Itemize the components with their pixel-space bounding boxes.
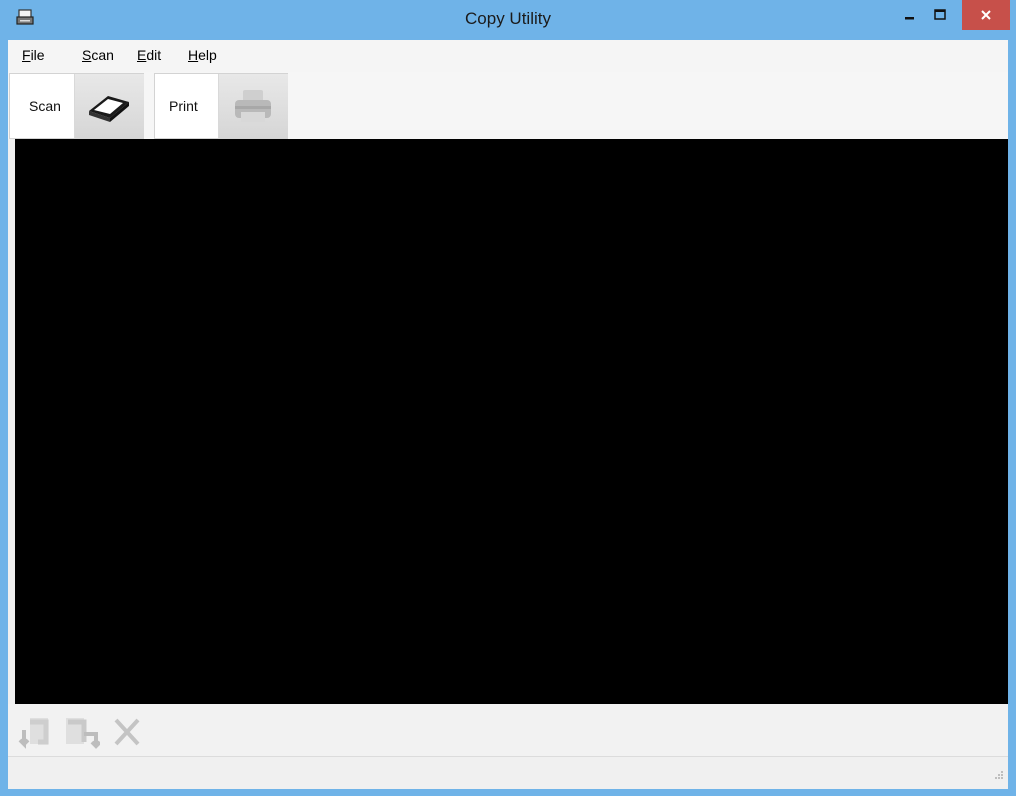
menu-scan[interactable]: Scan (82, 47, 114, 63)
print-button[interactable]: Print (154, 73, 288, 139)
window-title: Copy Utility (465, 9, 551, 28)
title-bar[interactable]: Copy Utility (0, 0, 1016, 40)
menu-bar: File Scan Edit Help (8, 40, 1008, 72)
image-toolbar (8, 704, 1008, 756)
menu-edit[interactable]: Edit (137, 47, 161, 63)
status-bar (8, 756, 1008, 789)
printer-icon (218, 74, 288, 138)
menu-help[interactable]: Help (188, 47, 217, 63)
rotate-right-icon[interactable] (62, 712, 102, 755)
toolbar: Scan Print (8, 72, 1008, 139)
close-icon (981, 10, 991, 20)
close-button[interactable] (962, 0, 1010, 30)
rotate-left-icon[interactable] (16, 712, 54, 755)
resize-grip-icon[interactable] (994, 767, 1004, 785)
scan-button[interactable]: Scan (9, 73, 144, 139)
print-button-label: Print (169, 98, 198, 114)
client-area: File Scan Edit Help Scan Print (8, 40, 1008, 789)
scan-button-label: Scan (29, 98, 61, 114)
maximize-button[interactable] (925, 0, 955, 30)
maximize-icon (934, 9, 946, 20)
scanner-icon (74, 74, 144, 138)
menu-file[interactable]: File (22, 47, 45, 63)
scan-preview-area[interactable] (15, 139, 1008, 704)
minimize-button[interactable] (895, 0, 925, 30)
minimize-icon (905, 17, 914, 20)
app-window: Copy Utility File Scan Edit Help Scan Pr… (0, 0, 1016, 796)
delete-icon[interactable] (110, 712, 144, 755)
